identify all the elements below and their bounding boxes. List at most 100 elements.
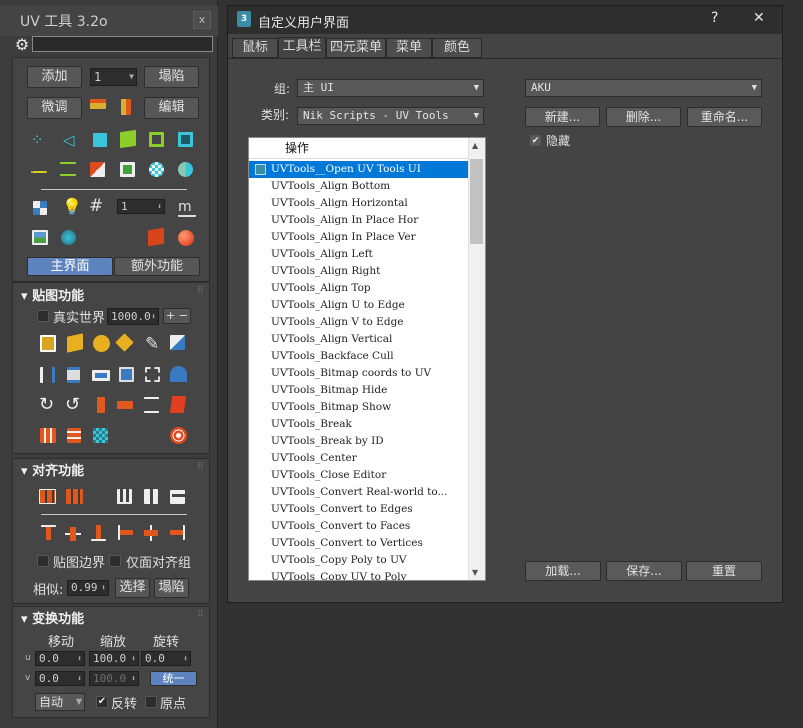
grid-spinner[interactable]: 1 ⬍ (117, 199, 165, 214)
action-list-item[interactable]: UVTools_Align Vertical (249, 331, 468, 348)
action-list-item[interactable]: UVTools_Copy UV to Poly (249, 569, 468, 580)
category-dropdown[interactable]: Nik Scripts - UV Tools ▼ (297, 107, 484, 125)
uv-panel-close-button[interactable]: x (193, 11, 211, 29)
rotate-ccw-icon[interactable]: ↺ (65, 396, 83, 414)
scroll-up-icon[interactable]: ▲ (472, 141, 478, 150)
action-list-item[interactable]: UVTools_Align Bottom (249, 178, 468, 195)
lightbulb-icon[interactable]: 💡 (62, 198, 82, 216)
relax-icon[interactable] (40, 367, 55, 383)
drag-handle-icon[interactable]: ⠿ (197, 462, 204, 472)
add-button[interactable]: 添加 (27, 66, 82, 88)
hide-checkbox[interactable]: ✔ (530, 135, 541, 146)
align-v-center-icon[interactable] (143, 525, 159, 541)
action-list-item[interactable]: UVTools_Backface Cull (249, 348, 468, 365)
dialog-close-button[interactable]: ✕ (753, 10, 765, 26)
frame-icon[interactable] (145, 367, 160, 382)
load-button[interactable]: 加载... (525, 561, 601, 581)
flip-checkbox[interactable]: ✔ (96, 696, 108, 708)
align-pack-icon[interactable] (66, 489, 83, 504)
action-list-item[interactable]: UVTools_Bitmap Show (249, 399, 468, 416)
u-scale-spinner[interactable]: 100.0 ⬍ (89, 651, 139, 666)
convert-icon[interactable] (90, 162, 105, 177)
grid-snap-icon[interactable]: # (89, 197, 107, 215)
grid-pack-icon[interactable] (93, 428, 108, 443)
align-lines-icon[interactable] (144, 397, 159, 413)
uv-search-input[interactable] (32, 36, 213, 52)
tab-toolbars[interactable]: 工具栏 (278, 37, 326, 59)
scroll-down-icon[interactable]: ▼ (472, 568, 478, 577)
action-list-item[interactable]: UVTools_Align U to Edge (249, 297, 468, 314)
rows-icon[interactable] (67, 428, 81, 443)
select-button[interactable]: 选择 (115, 578, 150, 598)
ruler-icon[interactable]: m (178, 199, 196, 217)
red-sphere-icon[interactable] (178, 230, 194, 246)
action-list-item[interactable]: UVTools_Align Left (249, 246, 468, 263)
eyedropper-icon[interactable]: ✎ (145, 335, 163, 353)
tab-mouse[interactable]: 鼠标 (232, 38, 278, 58)
action-list-item[interactable]: UVTools_Bitmap Hide (249, 382, 468, 399)
action-list-item[interactable]: UVTools_Bitmap coords to UV (249, 365, 468, 382)
count-dropdown[interactable]: 1 ▼ (90, 68, 137, 86)
action-list-item[interactable]: UVTools_Convert Real-world to... (249, 484, 468, 501)
tweak-button[interactable]: 微调 (27, 97, 82, 119)
real-world-spinner[interactable]: 1000.0 ⬍ (107, 308, 159, 325)
columns-icon[interactable] (40, 428, 56, 443)
fit-icon[interactable] (119, 367, 134, 382)
transform-section-header[interactable]: ▾ 变换功能 (21, 608, 84, 627)
action-list-item[interactable]: UVTools_Close Editor (249, 467, 468, 484)
actions-list-header[interactable]: 操作 (249, 138, 468, 159)
drag-handle-icon[interactable]: ⠿ (197, 286, 204, 296)
grow-icon[interactable] (60, 162, 76, 176)
align-group-icon[interactable] (39, 489, 56, 504)
loop-icon[interactable] (31, 171, 47, 173)
mirror-h-icon[interactable] (97, 397, 105, 413)
pointer-icon[interactable] (61, 230, 76, 245)
toolbar-dropdown[interactable]: AKU ▼ (525, 79, 762, 97)
group-dropdown[interactable]: 主 UI ▼ (297, 79, 484, 97)
action-list-item[interactable]: UVTools_Align Top (249, 280, 468, 297)
mirror-v-icon[interactable] (117, 401, 133, 409)
distribute-bottom-icon[interactable] (117, 489, 132, 504)
u-move-spinner[interactable]: 0.0 ⬍ (35, 651, 85, 666)
align-section-header[interactable]: ▾ 对齐功能 (21, 460, 84, 479)
stretch-icon[interactable] (67, 367, 80, 383)
checker-icon[interactable] (149, 162, 164, 177)
vertex-mode-icon[interactable]: ⁘ (31, 132, 49, 150)
tab-colors[interactable]: 颜色 (432, 38, 482, 58)
edge-mode-icon[interactable]: ◁ (63, 132, 81, 150)
distribute-left-icon[interactable] (144, 489, 158, 504)
ring-mode-icon[interactable] (178, 132, 193, 147)
action-list-item[interactable]: UVTools_Convert to Faces (249, 518, 468, 535)
projection-icon[interactable] (170, 335, 185, 350)
grid-select-icon[interactable] (120, 162, 135, 177)
stitch-horizontal-icon[interactable] (90, 99, 106, 109)
flatten-icon[interactable] (92, 370, 110, 381)
align-h-center-icon[interactable] (65, 526, 81, 541)
action-list-item[interactable]: UVTools_Align Right (249, 263, 468, 280)
action-list-item[interactable]: UVTools_Align In Place Ver (249, 229, 468, 246)
plus-minus-button[interactable]: + − (163, 308, 191, 324)
arch-icon[interactable] (170, 366, 187, 382)
rename-toolbar-button[interactable]: 重命名... (687, 107, 762, 127)
planar-map-icon[interactable] (40, 335, 56, 352)
scrollbar-thumb[interactable] (470, 159, 483, 244)
action-list-item[interactable]: UVTools__Open UV Tools UI (249, 161, 468, 178)
real-world-checkbox[interactable] (37, 310, 49, 322)
target-icon[interactable] (170, 427, 187, 444)
action-list-item[interactable]: UVTools_Copy Poly to UV (249, 552, 468, 569)
cylinder-map-icon[interactable] (93, 335, 110, 352)
tab-menus[interactable]: 菜单 (386, 38, 432, 58)
align-group-checkbox[interactable] (109, 555, 121, 567)
tab-extra-functions[interactable]: 额外功能 (114, 257, 200, 276)
drag-handle-icon[interactable]: ⠿ (197, 610, 204, 620)
save-button[interactable]: 保存... (606, 561, 682, 581)
distribute-top-icon[interactable] (170, 490, 185, 504)
align-collapse-button[interactable]: 塌陷 (154, 578, 189, 598)
edit-button[interactable]: 编辑 (144, 97, 199, 119)
action-list-item[interactable]: UVTools_Break by ID (249, 433, 468, 450)
align-right-icon[interactable] (170, 525, 185, 540)
align-left-icon[interactable] (118, 525, 133, 540)
tab-main-ui[interactable]: 主界面 (27, 257, 113, 276)
sphere-map-icon[interactable] (178, 162, 193, 177)
action-list-item[interactable]: UVTools_Convert to Edges (249, 501, 468, 518)
